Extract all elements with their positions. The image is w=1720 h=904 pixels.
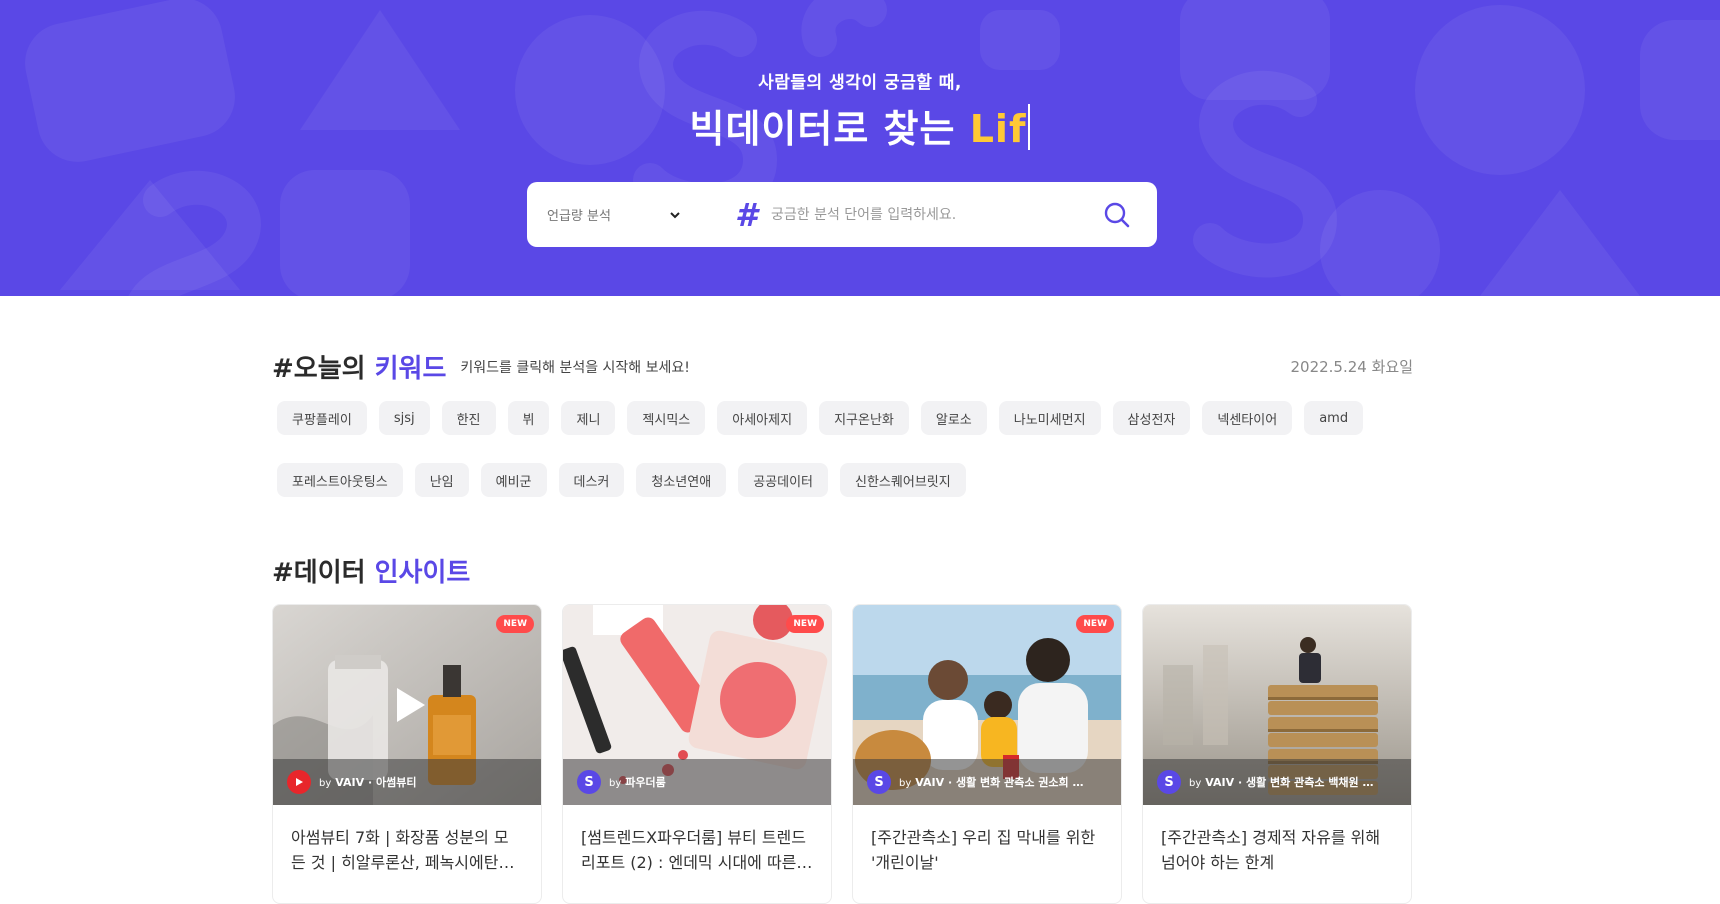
keyword-chip[interactable]: 넥센타이어 [1202, 401, 1293, 435]
keyword-chip[interactable]: 제니 [561, 401, 616, 435]
card-thumbnail: NEW by VAIV · 아썸뷰티 [273, 605, 541, 805]
source-by: by [319, 778, 332, 789]
analysis-type-select[interactable]: 언급량 분석 [527, 205, 697, 224]
source-logo: S [1157, 770, 1181, 794]
hero-title: 빅데이터로 찾는 Lif [0, 98, 1720, 153]
keyword-chip[interactable]: 신한스퀘어브릿지 [840, 463, 966, 497]
card-thumbnail: NEW S by VAIV · 생활 변화 관측소 권소희 … [853, 605, 1121, 805]
search-button[interactable] [1099, 197, 1135, 233]
keywords-title-prefix: #오늘의 [272, 354, 375, 384]
source-name: VAIV · 아썸뷰티 [335, 776, 417, 789]
insight-card[interactable]: NEW S by VAIV · 생활 변화 관측소 권소희 … [주간관측소] 우… [852, 604, 1122, 904]
insight-card[interactable]: S by VAIV · 생활 변화 관측소 백채원 … [주간관측소] 경제적 자… [1142, 604, 1412, 904]
keyword-chip[interactable]: 쿠팡플레이 [277, 401, 367, 435]
insight-card[interactable]: NEW by VAIV · 아썸뷰티 아썸뷰티 7화 | 화장품 성분의 모든 것… [272, 604, 542, 904]
card-title: [주간관측소] 우리 집 막내를 위한 '개린이날' [871, 828, 1096, 872]
keyword-chip[interactable]: 나노미세먼지 [998, 401, 1101, 435]
keyword-chip[interactable]: 지구온난화 [819, 401, 909, 435]
new-badge: NEW [786, 615, 824, 633]
keywords-description: 키워드를 클릭해 분석을 시작해 보세요! [460, 359, 690, 376]
insight-title-prefix: #데이터 [272, 558, 375, 588]
source-logo: S [867, 770, 891, 794]
keyword-chip[interactable]: 난임 [414, 463, 469, 497]
hero-banner: 사람들의 생각이 궁금할 때, 빅데이터로 찾는 Lif 언급량 분석 # [0, 0, 1720, 296]
youtube-icon [287, 770, 311, 794]
card-source: by VAIV · 생활 변화 관측소 백채원 … [1189, 774, 1374, 790]
keywords-date: 2022.5.24 화요일 [1290, 358, 1413, 376]
source-by: by [899, 778, 912, 789]
keyword-chip[interactable]: amd [1304, 401, 1364, 435]
keyword-chip[interactable]: 예비군 [480, 463, 547, 497]
card-title: [주간관측소] 경제적 자유를 위해 넘어야 하는 한계 [1161, 828, 1381, 872]
keyword-chip[interactable]: 아세아제지 [717, 401, 808, 435]
play-icon[interactable] [383, 680, 433, 730]
source-by: by [609, 778, 622, 789]
source-name: 파우더룸 [625, 776, 666, 789]
insight-card[interactable]: NEW S by 파우더룸 [썸트렌드X파우더룸] 뷰티 트렌드 리포트 (2) … [562, 604, 832, 904]
chevron-down-icon [670, 211, 680, 218]
keyword-chip[interactable]: sjsj [378, 401, 430, 435]
source-logo: S [577, 770, 601, 794]
card-source: by VAIV · 생활 변화 관측소 권소희 … [899, 774, 1084, 790]
insight-card-list: NEW by VAIV · 아썸뷰티 아썸뷰티 7화 | 화장품 성분의 모든 것… [272, 604, 1413, 904]
keyword-chip[interactable]: 공공데이터 [738, 463, 829, 497]
hero-title-main: 빅데이터로 찾는 [689, 107, 970, 151]
typing-caret [1028, 104, 1031, 150]
insight-title: #데이터 인사이트 [272, 552, 1413, 589]
keyword-chip[interactable]: 알로소 [920, 401, 987, 435]
keyword-chip[interactable]: 한진 [441, 401, 496, 435]
keyword-chip[interactable]: 뷔 [507, 401, 550, 435]
source-bar: S by VAIV · 생활 변화 관측소 백채원 … [1143, 759, 1411, 805]
keyword-chip[interactable]: 데스커 [558, 463, 625, 497]
search-box: 언급량 분석 # [527, 182, 1157, 247]
source-bar: S by 파우더룸 [563, 759, 831, 805]
search-icon [1104, 202, 1130, 227]
source-bar: S by VAIV · 생활 변화 관측소 권소희 … [853, 759, 1121, 805]
source-bar: by VAIV · 아썸뷰티 [273, 759, 541, 805]
hero-subtitle: 사람들의 생각이 궁금할 때, [758, 73, 962, 93]
keyword-chip[interactable]: 포레스트아웃팅스 [277, 463, 403, 497]
card-thumbnail: S by VAIV · 생활 변화 관측소 백채원 … [1143, 605, 1411, 805]
insight-title-highlight: 인사이트 [374, 558, 471, 588]
new-badge: NEW [496, 615, 534, 633]
hero-title-accent: Lif [969, 107, 1027, 151]
card-title: 아썸뷰티 7화 | 화장품 성분의 모든 것 | 히알루론산, 페녹시에탄올, … [291, 828, 519, 872]
card-source: by 파우더룸 [609, 774, 666, 790]
source-by: by [1189, 778, 1202, 789]
keyword-chip-list: 쿠팡플레이 sjsj 한진 뷔 제니 젝시믹스 아세아제지 지구온난화 알로소 나노미세먼지 삼성전… [272, 401, 1413, 497]
card-source: by VAIV · 아썸뷰티 [319, 774, 416, 790]
card-title: [썸트렌드X파우더룸] 뷰티 트렌드 리포트 (2) : 엔데믹 시대에 따른 … [581, 828, 806, 872]
new-badge: NEW [1076, 615, 1114, 633]
source-name: VAIV · 생활 변화 관측소 백채원 … [1205, 776, 1374, 789]
source-name: VAIV · 생활 변화 관측소 권소희 … [915, 776, 1084, 789]
analysis-type-value: 언급량 분석 [547, 209, 611, 224]
card-thumbnail: NEW S by 파우더룸 [563, 605, 831, 805]
keywords-header: #오늘의 키워드 키워드를 클릭해 분석을 시작해 보세요! 2022.5.24… [272, 348, 1413, 385]
keywords-title-highlight: 키워드 [374, 354, 447, 384]
search-input[interactable] [765, 194, 1099, 235]
keyword-chip[interactable]: 젝시믹스 [627, 401, 706, 435]
keywords-title: #오늘의 키워드 [272, 348, 446, 385]
keyword-chip[interactable]: 삼성전자 [1112, 401, 1191, 435]
hash-icon: # [735, 195, 758, 234]
keyword-chip[interactable]: 청소년연애 [636, 463, 727, 497]
